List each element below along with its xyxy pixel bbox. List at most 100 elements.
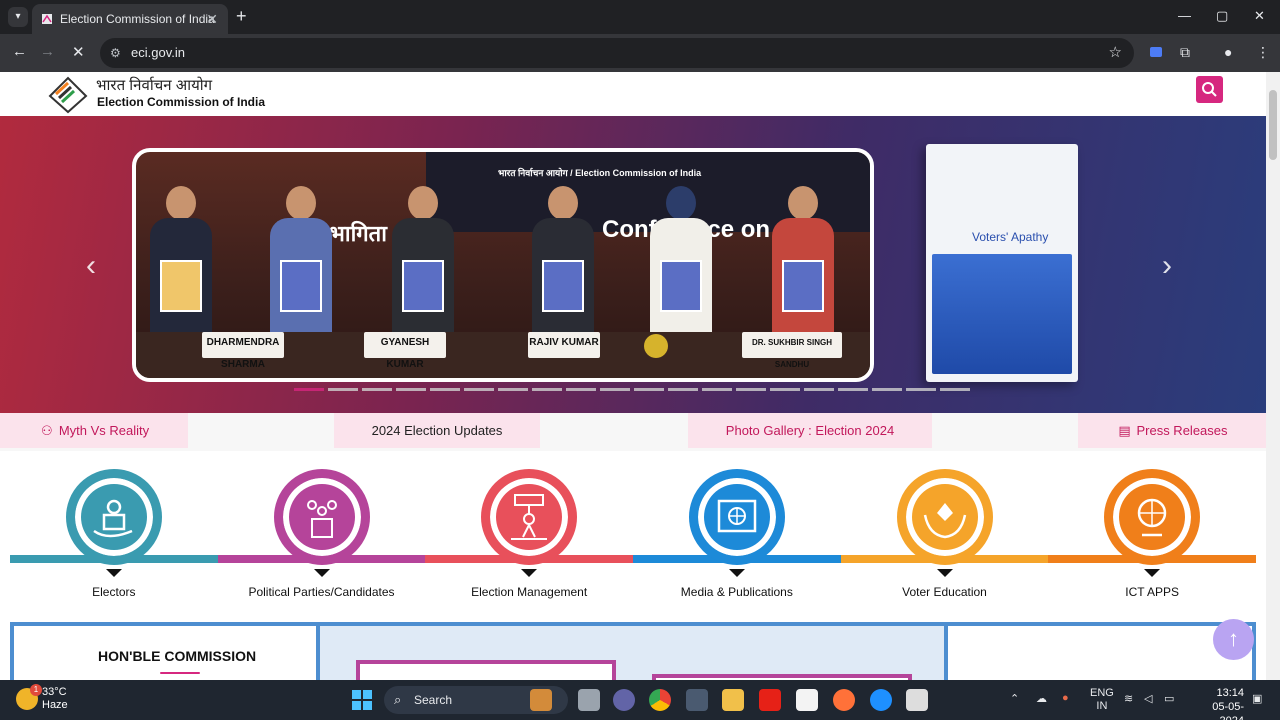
quick-link-election-updates[interactable]: 2024 Election Updates (334, 413, 540, 448)
bookmark-star-icon[interactable]: ☆ (1109, 38, 1122, 68)
search-button[interactable] (1196, 76, 1223, 103)
volume-icon[interactable]: ◁ (1144, 692, 1152, 705)
address-bar[interactable]: ⚙ eci.gov.in ☆ (100, 38, 1134, 68)
carousel-next-icon[interactable]: › (1162, 249, 1172, 283)
caret-down-icon (936, 569, 953, 577)
page-scrollbar[interactable] (1266, 72, 1280, 680)
carousel-indicator[interactable] (668, 388, 698, 391)
slide-eci-text: भारत निर्वाचन आयोग / Election Commission… (498, 168, 702, 178)
category-label[interactable]: Political Parties/Candidates (222, 585, 422, 599)
app-icon[interactable] (686, 689, 708, 711)
carousel-indicator[interactable] (940, 388, 970, 391)
carousel-indicator[interactable] (872, 388, 902, 391)
caret-down-icon (1144, 569, 1161, 577)
carousel-indicator[interactable] (396, 388, 426, 391)
carousel-indicator[interactable] (838, 388, 868, 391)
carousel-indicator[interactable] (634, 388, 664, 391)
quick-link-photo-gallery[interactable]: Photo Gallery : Election 2024 (688, 413, 932, 448)
widgets-icon[interactable] (530, 689, 552, 711)
tab-search-dropdown[interactable]: ▾ (8, 7, 28, 27)
category-label[interactable]: Voter Education (845, 585, 1045, 599)
newspaper-icon: ▤ (1118, 423, 1131, 438)
teams-icon[interactable] (613, 689, 635, 711)
carousel-indicator[interactable] (804, 388, 834, 391)
help-icon[interactable] (870, 689, 892, 711)
carousel-indicator[interactable] (736, 388, 766, 391)
carousel-indicator[interactable] (294, 388, 324, 391)
slide-person (768, 186, 838, 336)
quick-link-myth[interactable]: ⚇ Myth Vs Reality (0, 413, 188, 448)
battery-icon[interactable]: ▭ (1164, 692, 1174, 705)
caret-down-icon (313, 569, 330, 577)
category-label[interactable]: Electors (14, 585, 214, 599)
category-3-button[interactable] (688, 469, 785, 565)
category-label[interactable]: Election Management (429, 585, 629, 599)
minimize-button[interactable]: — (1178, 8, 1191, 23)
carousel-indicator[interactable] (328, 388, 358, 391)
scroll-to-top-button[interactable]: ↑ (1213, 619, 1254, 660)
carousel-indicator[interactable] (600, 388, 630, 391)
category-0-button[interactable] (65, 469, 162, 565)
forward-arrow-icon[interactable]: → (40, 43, 55, 60)
tab-close-icon[interactable]: ✕ (206, 4, 218, 34)
notification-badge: 1 (30, 684, 42, 696)
category-1-button[interactable] (273, 469, 370, 565)
carousel-indicator[interactable] (906, 388, 936, 391)
carousel-indicator[interactable] (566, 388, 596, 391)
carousel-indicator[interactable] (532, 388, 562, 391)
menu-kebab-icon[interactable]: ⋮ (1256, 44, 1270, 61)
tray-chevron-icon[interactable]: ⌃ (1010, 692, 1019, 705)
close-window-button[interactable]: ✕ (1254, 8, 1265, 24)
site-header: भारत निर्वाचन आयोग Election Commission o… (0, 72, 1266, 116)
category-2-button[interactable] (481, 469, 578, 565)
language-indicator[interactable]: ENG IN (1090, 687, 1114, 713)
carousel-indicator[interactable] (362, 388, 392, 391)
cloud-icon[interactable]: ☁ (1036, 692, 1047, 705)
firefox-icon[interactable] (833, 689, 855, 711)
nameplate: GYANESH KUMAR (364, 332, 446, 370)
commission-panel: HON'BLE COMMISSION (10, 622, 320, 680)
eci-favicon-icon (42, 14, 52, 24)
microphone-icon[interactable]: ● (1062, 692, 1069, 704)
maximize-button[interactable]: ▢ (1216, 8, 1228, 24)
carousel-indicator[interactable] (430, 388, 460, 391)
vote-sign-icon (511, 494, 548, 540)
profile-icon[interactable]: ● (1224, 44, 1232, 60)
next-slide-preview[interactable]: Voters' Apathy (926, 144, 1078, 382)
eci-app-icon[interactable] (906, 689, 928, 711)
tab-eci[interactable]: Election Commission of India ✕ (32, 4, 228, 34)
windows-start-icon[interactable] (352, 690, 372, 710)
category-4-button[interactable] (896, 469, 993, 565)
cursor-highlight-dot (644, 334, 668, 358)
task-view-icon[interactable] (578, 689, 600, 711)
hands-logo-icon (923, 503, 966, 539)
extensions-puzzle-icon[interactable]: ⧉ (1180, 44, 1190, 61)
new-tab-button[interactable]: + (236, 6, 247, 27)
taskbar-clock[interactable]: 13:14 05-05-2024 (1192, 686, 1244, 728)
store-icon[interactable] (796, 689, 818, 711)
wifi-icon[interactable]: ≋ (1124, 692, 1133, 705)
panel-card[interactable] (356, 660, 616, 680)
carousel-indicator[interactable] (464, 388, 494, 391)
site-info-icon[interactable]: ⚙ (110, 38, 121, 68)
category-5-button[interactable] (1104, 469, 1201, 565)
carousel-indicator[interactable] (702, 388, 732, 391)
category-label[interactable]: Media & Publications (637, 585, 837, 599)
category-label[interactable]: ICT APPS (1052, 585, 1252, 599)
carousel-slide[interactable]: भारत निर्वाचन आयोग / Election Commission… (132, 148, 874, 382)
scrollbar-thumb[interactable] (1269, 90, 1277, 160)
people-icon: ⚇ (41, 423, 53, 438)
file-explorer-icon[interactable] (722, 689, 744, 711)
youtube-icon[interactable] (759, 689, 781, 711)
eci-logo-icon[interactable] (46, 74, 90, 114)
carousel-prev-icon[interactable]: ‹ (86, 249, 96, 283)
back-arrow-icon[interactable]: ← (12, 43, 27, 60)
carousel-indicator[interactable] (770, 388, 800, 391)
site-title-english: Election Commission of India (97, 95, 266, 109)
chrome-icon[interactable] (649, 689, 671, 711)
extension-icon[interactable] (1150, 47, 1162, 57)
stop-loading-icon[interactable]: ✕ (72, 43, 85, 61)
quick-link-press-releases[interactable]: ▤ Press Releases (1078, 413, 1266, 448)
notification-center-icon[interactable]: ▣ (1252, 692, 1262, 705)
carousel-indicator[interactable] (498, 388, 528, 391)
